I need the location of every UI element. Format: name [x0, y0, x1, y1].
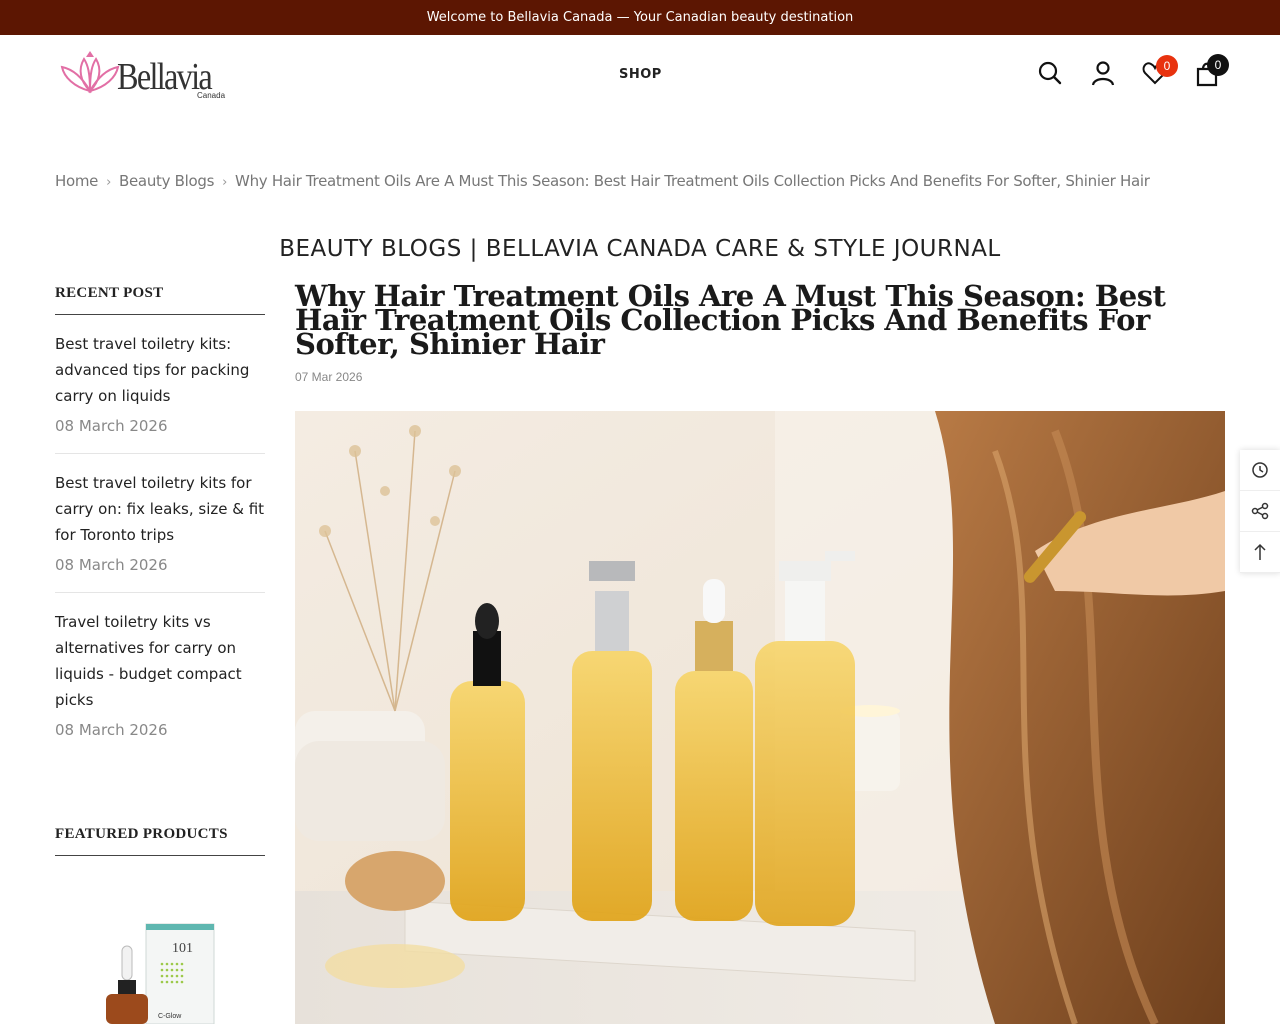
svg-text:101: 101	[172, 941, 193, 956]
breadcrumb-current: Why Hair Treatment Oils Are A Must This …	[235, 172, 1150, 190]
blog-heading: BEAUTY BLOGS | BELLAVIA CANADA CARE & ST…	[279, 236, 1001, 262]
recent-post-link[interactable]: Best travel toiletry kits: advanced tips…	[55, 331, 265, 409]
logo[interactable]: Bellavia Canada	[60, 51, 240, 103]
floating-tools	[1240, 450, 1280, 573]
breadcrumb-home[interactable]: Home	[55, 172, 98, 190]
article-title: Why Hair Treatment Oils Are A Must This …	[295, 279, 1166, 361]
recent-post-link[interactable]: Best travel toiletry kits for carry on: …	[55, 470, 265, 548]
recent-posts: RECENT POST Best travel toiletry kits: a…	[55, 285, 265, 757]
cart-count-badge: 0	[1207, 54, 1229, 76]
recently-viewed-icon[interactable]	[1240, 450, 1280, 491]
breadcrumb: Home › Beauty Blogs › Why Hair Treatment Oil…	[55, 172, 1150, 190]
article-hero-image	[295, 411, 1225, 1024]
recent-post-item[interactable]: Travel toiletry kits vs alternatives for…	[55, 593, 265, 757]
logo-subtext: Canada	[197, 91, 226, 100]
product-label: C-Glow	[158, 1013, 182, 1020]
featured-products: FEATURED PRODUCTS	[55, 826, 265, 856]
recent-post-item[interactable]: Best travel toiletry kits for carry on: …	[55, 454, 265, 593]
article-date: 07 Mar 2026	[295, 370, 363, 384]
featured-product-image[interactable]: 101 C-Glow	[100, 920, 220, 1024]
recent-post-item[interactable]: Best travel toiletry kits: advanced tips…	[55, 315, 265, 454]
recent-post-date: 08 March 2026	[55, 721, 168, 739]
back-to-top-icon[interactable]	[1240, 532, 1280, 573]
lotus-logo-icon	[60, 51, 120, 94]
featured-products-title: FEATURED PRODUCTS	[55, 826, 265, 856]
breadcrumb-blogs[interactable]: Beauty Blogs	[119, 172, 214, 190]
announcement-bar: Welcome to Bellavia Canada — Your Canadi…	[0, 0, 1280, 35]
share-icon[interactable]	[1240, 491, 1280, 532]
nav-shop-link[interactable]: SHOP	[619, 67, 662, 82]
recent-post-date: 08 March 2026	[55, 417, 168, 435]
wishlist-count-badge: 0	[1156, 55, 1178, 77]
recent-post-title: RECENT POST	[55, 285, 265, 315]
recent-post-link[interactable]: Travel toiletry kits vs alternatives for…	[55, 609, 265, 713]
site-header: Bellavia Canada SHOP 0 0	[0, 35, 1280, 120]
chevron-right-icon: ›	[106, 175, 112, 190]
announcement-text: Welcome to Bellavia Canada — Your Canadi…	[426, 10, 854, 25]
chevron-right-icon: ›	[222, 175, 228, 190]
account-icon[interactable]	[1089, 59, 1117, 87]
search-icon[interactable]	[1036, 59, 1064, 87]
recent-post-date: 08 March 2026	[55, 556, 168, 574]
